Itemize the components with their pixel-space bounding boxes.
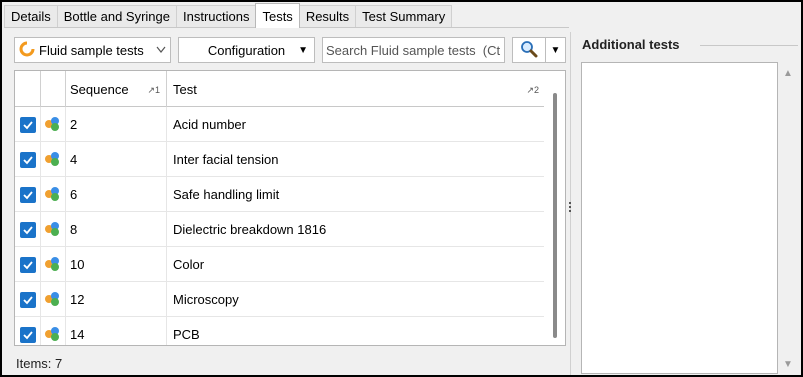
magnifier-icon: [520, 40, 538, 61]
test-cell: Inter facial tension: [173, 152, 279, 167]
configuration-label: Configuration: [207, 42, 286, 58]
sample-type-label: Fluid sample tests: [39, 42, 144, 58]
header-sequence-label: Sequence: [70, 81, 129, 97]
sequence-cell: 10: [66, 247, 167, 282]
test-beakers-icon: [43, 289, 63, 310]
search-input[interactable]: [322, 37, 505, 63]
test-cell: PCB: [173, 327, 200, 342]
tests-grid: Sequence ↗1 Test ↗2 2 Acid number 4 Inte…: [14, 70, 566, 346]
header-check-column[interactable]: [15, 71, 41, 107]
grid-vertical-scrollbar[interactable]: [544, 71, 565, 345]
tab-test-summary[interactable]: Test Summary: [355, 5, 453, 27]
configuration-button[interactable]: Configuration ▼: [178, 37, 315, 63]
table-row[interactable]: 2 Acid number: [15, 107, 545, 142]
tab-details[interactable]: Details: [4, 5, 58, 27]
test-beakers-icon: [43, 149, 63, 170]
test-beakers-icon: [43, 219, 63, 240]
additional-tests-scrollbar[interactable]: ▲ ▼: [778, 62, 798, 374]
grid-rows: 2 Acid number 4 Inter facial tension 6 S…: [15, 107, 545, 345]
search-options-dropdown[interactable]: ▼: [546, 37, 566, 63]
row-checkbox[interactable]: [19, 116, 36, 133]
sort-indicator-2: ↗2: [526, 85, 539, 95]
sample-type-dropdown[interactable]: Fluid sample tests: [14, 37, 171, 63]
tests-panel-window: Details Bottle and Syringe Instructions …: [0, 0, 803, 377]
splitter-grip-icon[interactable]: [568, 200, 572, 218]
grid-header: Sequence ↗1 Test ↗2: [15, 71, 545, 107]
test-beakers-icon: [43, 114, 63, 135]
test-cell: Dielectric breakdown 1816: [173, 222, 327, 237]
table-row[interactable]: 14 PCB: [15, 317, 545, 345]
caret-down-icon: ▼: [550, 44, 561, 56]
caret-down-icon: ▼: [298, 45, 308, 56]
sequence-cell: 6: [66, 177, 167, 212]
test-cell: Safe handling limit: [173, 187, 280, 202]
fluid-sample-icon: [19, 41, 35, 60]
test-beakers-icon: [43, 254, 63, 275]
items-count: Items: 7: [16, 356, 63, 371]
sort-indicator-1: ↗1: [147, 85, 160, 95]
group-divider: [700, 45, 798, 46]
test-cell: Microscopy: [173, 292, 239, 307]
table-row[interactable]: 4 Inter facial tension: [15, 142, 545, 177]
additional-tests-list[interactable]: [581, 62, 778, 374]
scroll-up-icon[interactable]: ▲: [783, 68, 793, 79]
sequence-cell: 8: [66, 212, 167, 247]
table-row[interactable]: 8 Dielectric breakdown 1816: [15, 212, 545, 247]
tab-bar: Details Bottle and Syringe Instructions …: [4, 3, 569, 28]
sequence-cell: 12: [66, 282, 167, 317]
test-cell: Color: [173, 257, 205, 272]
row-checkbox[interactable]: [19, 186, 36, 203]
table-row[interactable]: 10 Color: [15, 247, 545, 282]
tab-tests[interactable]: Tests: [255, 3, 300, 28]
sequence-cell: 14: [66, 317, 167, 345]
scroll-down-icon[interactable]: ▼: [783, 359, 793, 370]
scrollbar-thumb[interactable]: [553, 93, 557, 338]
table-row[interactable]: 6 Safe handling limit: [15, 177, 545, 212]
tab-instructions[interactable]: Instructions: [175, 5, 257, 27]
tab-results[interactable]: Results: [298, 5, 357, 27]
tab-bottle-and-syringe[interactable]: Bottle and Syringe: [56, 5, 177, 27]
test-beakers-icon: [43, 324, 63, 345]
header-test-label: Test: [173, 81, 197, 97]
sequence-cell: 4: [66, 142, 167, 177]
row-checkbox[interactable]: [19, 326, 36, 343]
row-checkbox[interactable]: [19, 221, 36, 238]
search-button[interactable]: [512, 37, 546, 63]
test-beakers-icon: [43, 184, 63, 205]
test-cell: Acid number: [173, 117, 246, 132]
table-row[interactable]: 12 Microscopy: [15, 282, 545, 317]
sequence-cell: 2: [66, 107, 167, 142]
row-checkbox[interactable]: [19, 291, 36, 308]
chevron-down-icon: [156, 43, 166, 60]
row-checkbox[interactable]: [19, 256, 36, 273]
row-checkbox[interactable]: [19, 151, 36, 168]
additional-tests-title: Additional tests: [582, 37, 680, 52]
header-test[interactable]: Test ↗2: [167, 71, 545, 107]
header-sequence[interactable]: Sequence ↗1: [66, 71, 167, 107]
header-icon-column[interactable]: [41, 71, 66, 107]
